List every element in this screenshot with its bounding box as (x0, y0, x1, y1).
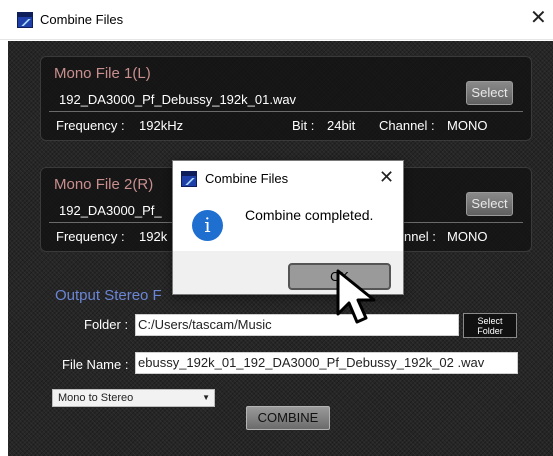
dialog-close-icon[interactable]: ✕ (379, 167, 394, 188)
mono-file-1-bit-label: Bit : (292, 118, 315, 133)
mono-file-1-select-button[interactable]: Select (466, 81, 513, 105)
info-icon: i (192, 210, 223, 241)
chevron-down-icon: ▼ (202, 393, 210, 402)
file-name-label: File Name : (62, 357, 129, 372)
dialog-titlebar: Combine Files ✕ (173, 161, 403, 195)
mono-file-1-channel-value: MONO (447, 118, 488, 133)
window-title: Combine Files (40, 12, 124, 27)
mono-file-1-panel: Mono File 1(L) 192_DA3000_Pf_Debussy_192… (40, 56, 532, 141)
mode-dropdown[interactable]: Mono to Stereo ▼ (52, 389, 215, 407)
select-folder-button[interactable]: Select Folder (463, 313, 517, 338)
dialog-title: Combine Files (205, 171, 289, 186)
window-titlebar: Combine Files ✕ (0, 0, 553, 40)
file-name-input[interactable]: ebussy_192k_01_192_DA3000_Pf_Debussy_192… (135, 352, 518, 374)
combine-completed-dialog: Combine Files ✕ i Combine completed. OK (172, 160, 404, 295)
mono-file-1-frequency-value: 192kHz (139, 118, 184, 133)
ok-button[interactable]: OK (288, 263, 391, 290)
mono-file-2-title: Mono File 2(R) (54, 176, 154, 193)
select-folder-label-line2: Folder (477, 326, 503, 336)
select-folder-label-line1: Select (477, 316, 503, 326)
mono-file-2-select-button[interactable]: Select (466, 192, 513, 216)
dialog-app-icon (181, 171, 197, 187)
mono-file-2-channel-value: MONO (447, 229, 488, 244)
mono-file-2-channel-label: nnel : (404, 229, 436, 244)
mono-file-2-frequency-value: 192k (139, 229, 168, 244)
mono-file-1-frequency-label: Frequency : (56, 118, 125, 133)
combine-button[interactable]: COMBINE (246, 406, 330, 430)
mono-file-1-channel-label: Channel : (379, 118, 435, 133)
app-icon (17, 12, 33, 28)
panel-divider (49, 111, 523, 112)
mono-file-1-bit-value: 24bit (327, 118, 356, 133)
mono-file-1-title: Mono File 1(L) (54, 65, 151, 82)
mono-file-2-filename: 192_DA3000_Pf_ (59, 203, 162, 218)
mode-dropdown-value: Mono to Stereo (58, 392, 134, 404)
folder-label: Folder : (84, 317, 129, 332)
mono-file-2-frequency-label: Frequency : (56, 229, 125, 244)
mono-file-1-filename: 192_DA3000_Pf_Debussy_192k_01.wav (59, 92, 297, 107)
folder-input[interactable]: C:/Users/tascam/Music (135, 314, 459, 336)
output-stereo-title: Output Stereo F (55, 287, 162, 304)
dialog-message: Combine completed. (245, 207, 374, 223)
window-close-icon[interactable]: ✕ (530, 8, 547, 28)
